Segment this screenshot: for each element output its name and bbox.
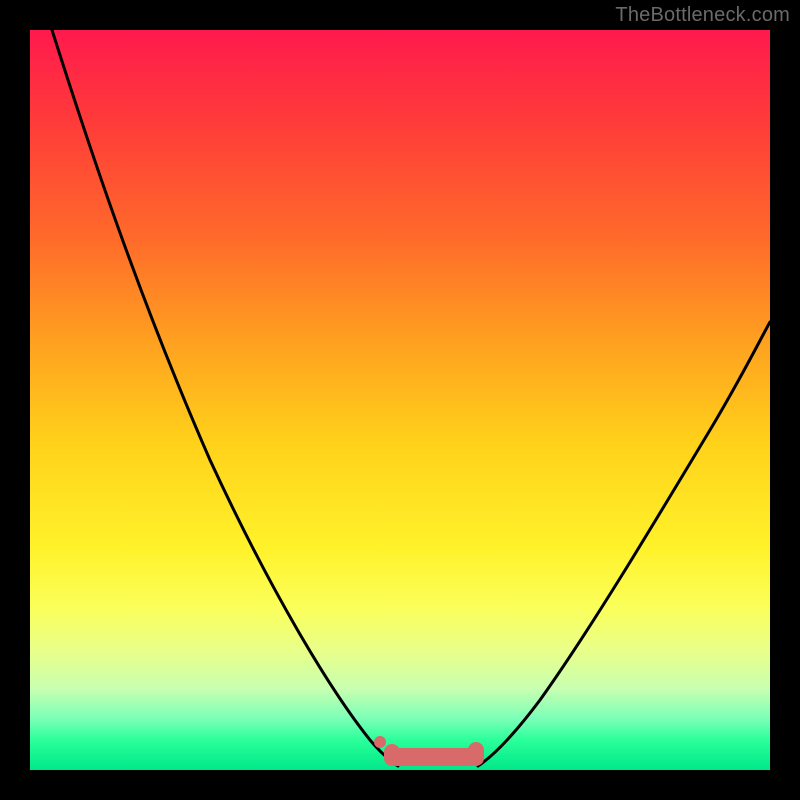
marker-dot (374, 736, 386, 748)
marker-flat-segment (388, 748, 480, 766)
chart-area (30, 30, 770, 770)
marker-flat-left-cap (384, 744, 400, 766)
right-curve-path (478, 322, 770, 766)
left-curve-path (52, 30, 398, 766)
watermark-text: TheBottleneck.com (615, 4, 790, 27)
marker-flat-right-cap (468, 742, 484, 766)
bottleneck-curves (30, 30, 770, 770)
